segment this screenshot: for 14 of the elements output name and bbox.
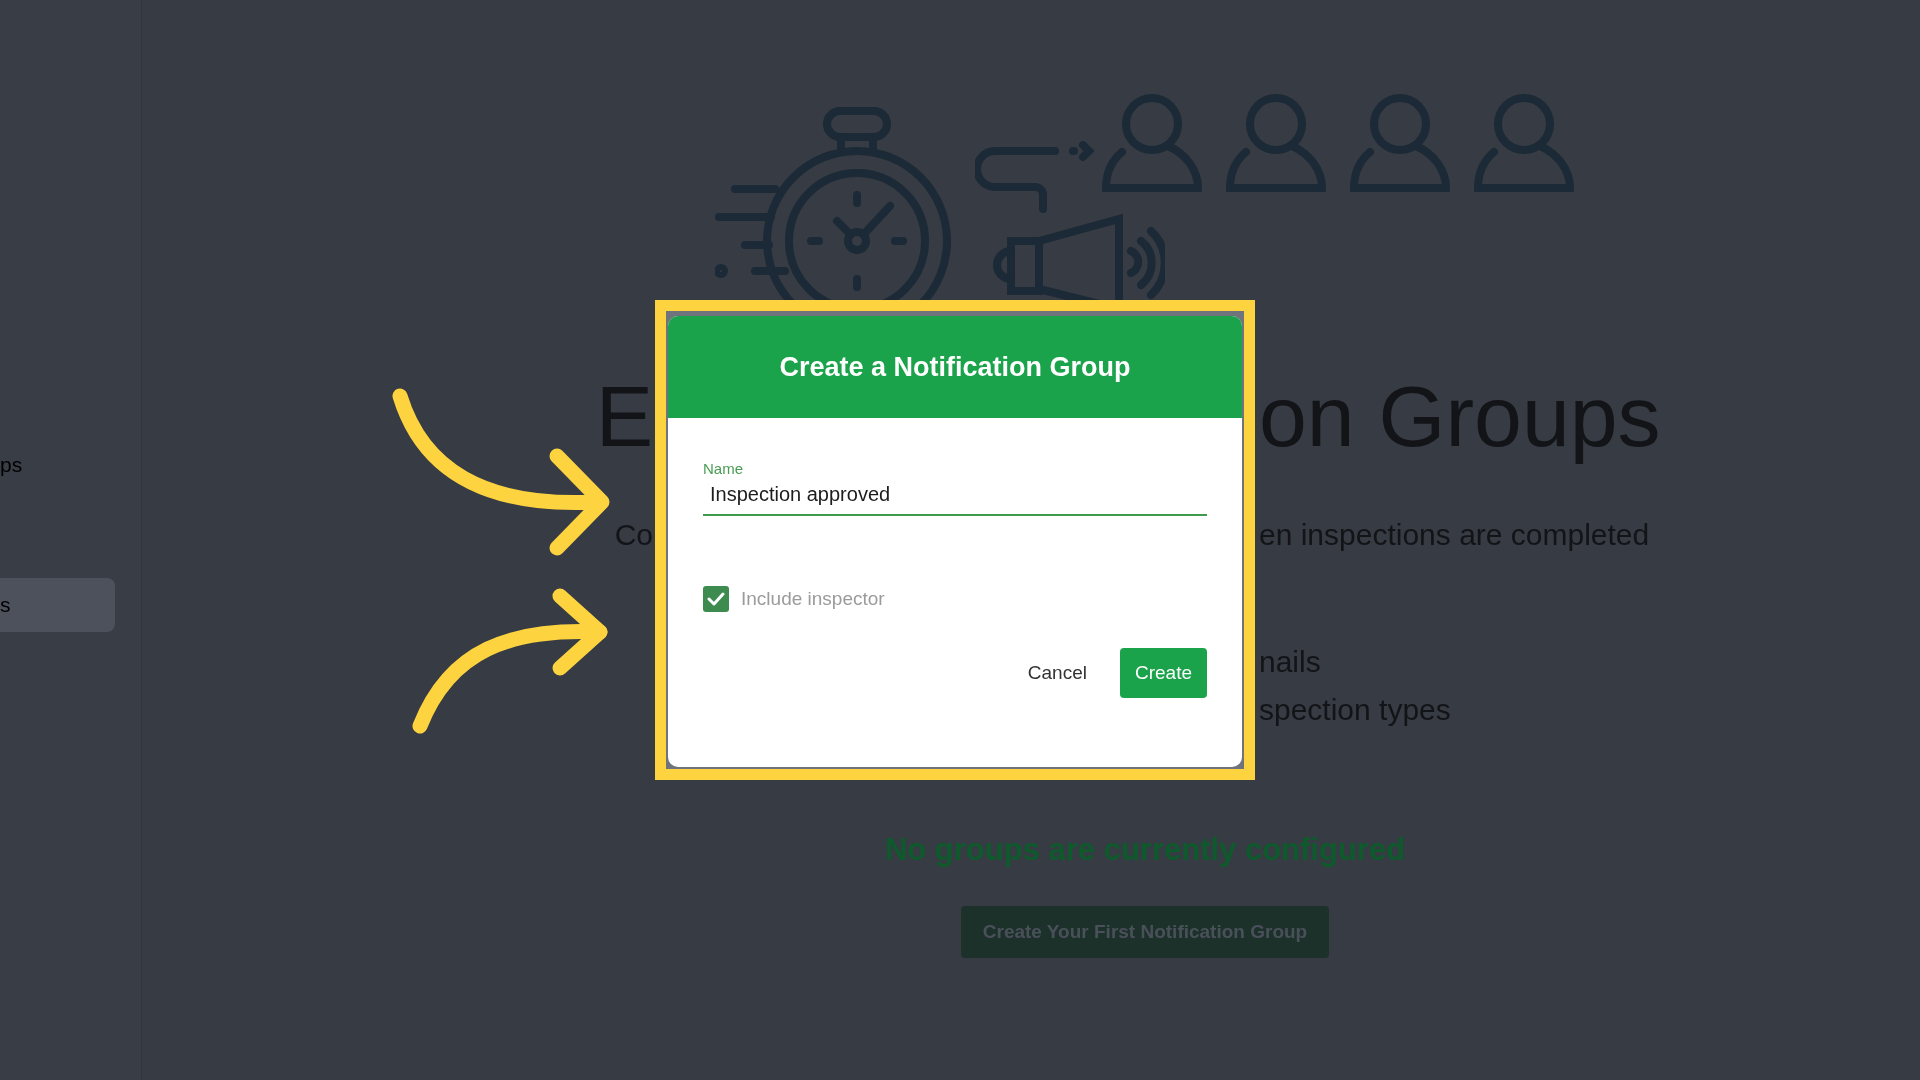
field-label: Name (703, 460, 744, 477)
sidebar-item[interactable]: s (0, 578, 115, 632)
cancel-button[interactable]: Cancel (1012, 648, 1102, 698)
create-button[interactable]: Create (1119, 648, 1207, 698)
dialog-title: Create a Notification Group (668, 316, 1242, 418)
checkbox-label: Include inspector (741, 588, 885, 610)
sidebar-item[interactable]: ps (0, 438, 115, 492)
checkmark-icon (707, 592, 725, 606)
name-field[interactable]: Inspection approved (703, 477, 1207, 516)
person-icon (1224, 94, 1328, 194)
person-icon (1472, 94, 1576, 194)
checkbox[interactable] (703, 586, 729, 612)
person-icon (1348, 94, 1452, 194)
person-icon (1100, 94, 1204, 194)
